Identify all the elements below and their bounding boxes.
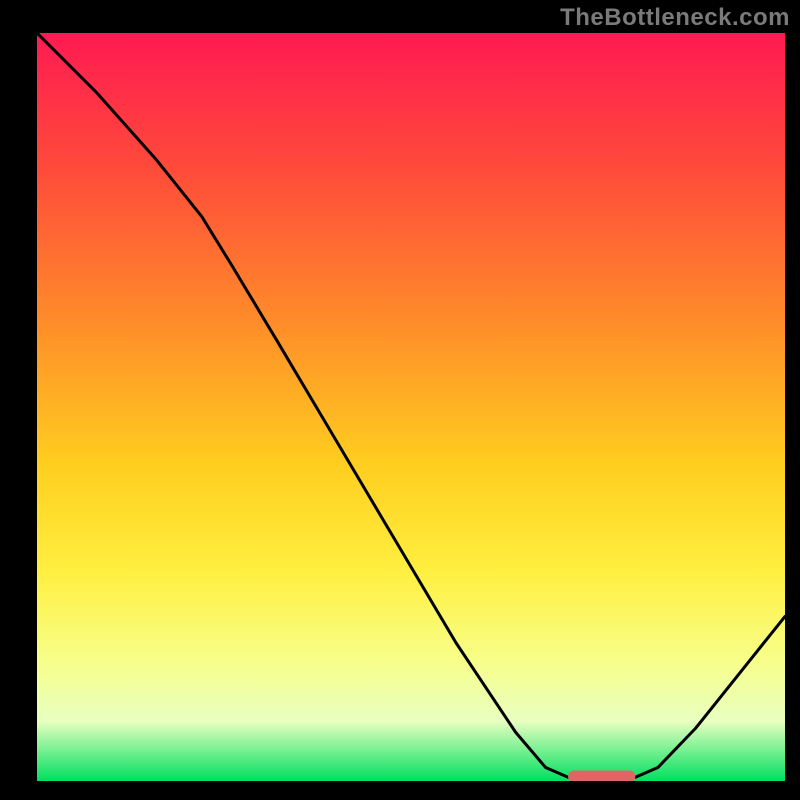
optimal-marker [568, 771, 635, 781]
plot-area [37, 33, 785, 781]
watermark-label: TheBottleneck.com [560, 4, 790, 32]
plot-frame [33, 33, 785, 785]
chart-svg [37, 33, 785, 781]
gradient-background [37, 33, 785, 781]
chart-container: TheBottleneck.com [0, 0, 800, 800]
